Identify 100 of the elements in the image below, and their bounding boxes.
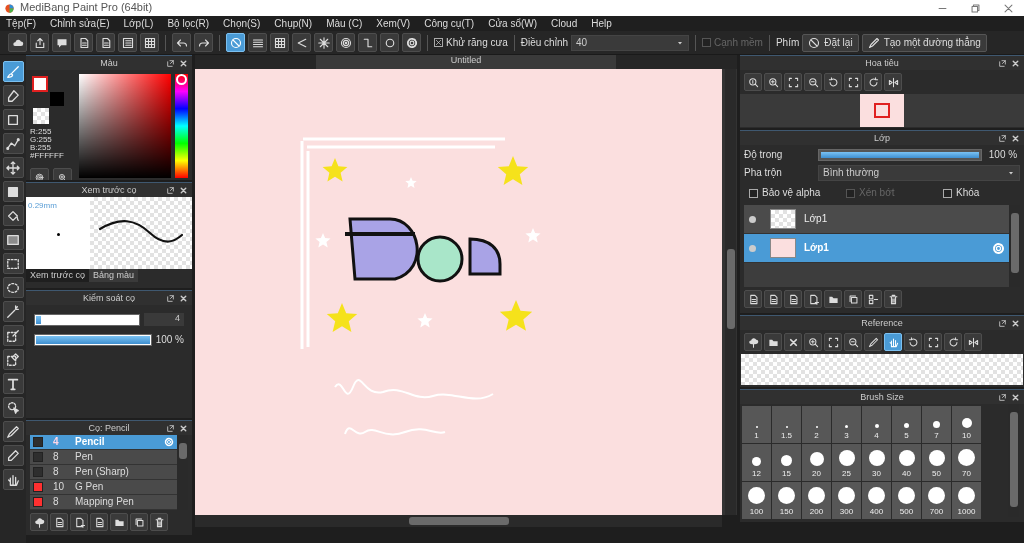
- menu-item[interactable]: Công cụ(T): [424, 17, 475, 30]
- rotate-right-button[interactable]: [944, 333, 962, 351]
- document-button[interactable]: [96, 33, 115, 52]
- brush-size-cell[interactable]: 2: [802, 406, 831, 443]
- document-button[interactable]: [744, 290, 762, 308]
- burst-button[interactable]: [314, 33, 333, 52]
- folder-button[interactable]: [824, 290, 842, 308]
- menu-item[interactable]: Chỉnh sửa(E): [50, 17, 110, 30]
- scrollbar[interactable]: [725, 69, 736, 515]
- upload-button[interactable]: [30, 33, 49, 52]
- document-button[interactable]: [50, 513, 68, 531]
- scrollbar[interactable]: [195, 515, 722, 527]
- brush-size-cell[interactable]: 30: [862, 444, 891, 481]
- new-layer-button[interactable]: [804, 290, 822, 308]
- checkbox[interactable]: [943, 188, 952, 198]
- dashed-rectangle-button[interactable]: [2, 253, 24, 274]
- grid-button[interactable]: [140, 33, 159, 52]
- brush-size-cell[interactable]: 10: [952, 406, 981, 443]
- brush-size-cell[interactable]: 700: [922, 482, 951, 519]
- menu-item[interactable]: Tệp(F): [6, 17, 36, 30]
- brush-size-cell[interactable]: 12: [742, 444, 771, 481]
- menu-item[interactable]: Lớp(L): [123, 17, 154, 30]
- foreground-color-swatch[interactable]: [32, 76, 48, 92]
- text-tool-button[interactable]: [2, 373, 24, 394]
- pointer-button[interactable]: [2, 397, 24, 418]
- close-button[interactable]: [1003, 2, 1014, 14]
- brush-size-cell[interactable]: 500: [892, 482, 921, 519]
- document-tab[interactable]: Untitled: [316, 55, 616, 69]
- menu-item[interactable]: Chụp(N): [274, 17, 313, 30]
- filled-square-button[interactable]: [2, 181, 24, 202]
- fit-button[interactable]: [924, 333, 942, 351]
- panel-tab[interactable]: Xem trước cọ: [26, 269, 89, 282]
- zoom-out-button[interactable]: [804, 73, 822, 91]
- menu-item[interactable]: Xem(V): [376, 17, 411, 30]
- menu-item[interactable]: Bộ lọc(R): [167, 17, 210, 30]
- bucket-button[interactable]: [2, 205, 24, 226]
- reset-button[interactable]: Đặt lại: [802, 33, 859, 52]
- panel-tab[interactable]: Bảng màu: [88, 269, 138, 282]
- parallel-lines-button[interactable]: [248, 33, 267, 52]
- brush-row[interactable]: 8 Pen: [30, 450, 177, 465]
- zoom-out-button[interactable]: [844, 333, 862, 351]
- speech-bubble-button[interactable]: [52, 33, 71, 52]
- copy-button[interactable]: [844, 290, 862, 308]
- eraser-selection-button[interactable]: [2, 349, 24, 370]
- hand-button[interactable]: [2, 469, 24, 490]
- brush-size-cell[interactable]: 7: [922, 406, 951, 443]
- gear-button[interactable]: [402, 33, 421, 52]
- rotate-right-button[interactable]: [864, 73, 882, 91]
- pen-button[interactable]: [864, 333, 882, 351]
- rotate-left-button[interactable]: [904, 333, 922, 351]
- hue-slider[interactable]: [175, 74, 188, 178]
- brush-size-cell[interactable]: 1.5: [772, 406, 801, 443]
- circle-button[interactable]: [380, 33, 399, 52]
- menu-item[interactable]: Cửa sổ(W): [488, 17, 538, 30]
- straight-line-button[interactable]: Tạo một đường thẳng: [861, 33, 987, 52]
- brush-size-cell[interactable]: 70: [952, 444, 981, 481]
- slider-track[interactable]: [34, 313, 140, 326]
- folder-button[interactable]: [764, 333, 782, 351]
- brush-size-cell[interactable]: 150: [772, 482, 801, 519]
- checkbox[interactable]: [434, 38, 443, 47]
- brush-size-cell[interactable]: 25: [832, 444, 861, 481]
- gradient-button[interactable]: [2, 229, 24, 250]
- document-button[interactable]: [74, 33, 93, 52]
- fit-button[interactable]: [824, 333, 842, 351]
- brush-size-cell[interactable]: 40: [892, 444, 921, 481]
- brush-size-cell[interactable]: 100: [742, 482, 771, 519]
- rotate-left-button[interactable]: [824, 73, 842, 91]
- brush-size-cell[interactable]: 50: [922, 444, 951, 481]
- redo-arrow-button[interactable]: [194, 33, 213, 52]
- flip-button[interactable]: [884, 73, 902, 91]
- brush-size-cell[interactable]: 400: [862, 482, 891, 519]
- visibility-dot[interactable]: [749, 215, 756, 223]
- cloud-upload-button[interactable]: [744, 333, 762, 351]
- blend-mode-dropdown[interactable]: Bình thường: [818, 165, 1020, 181]
- undo-arrow-button[interactable]: [172, 33, 191, 52]
- view-rectangle[interactable]: [874, 103, 890, 118]
- menu-item[interactable]: Màu (C): [326, 17, 363, 30]
- square-button[interactable]: [2, 109, 24, 130]
- cloud-upload-button[interactable]: [30, 513, 48, 531]
- value-field[interactable]: 4: [144, 313, 184, 326]
- polyline-button[interactable]: [2, 133, 24, 154]
- brush-size-cell[interactable]: 5: [892, 406, 921, 443]
- concentric-circles-button[interactable]: [336, 33, 355, 52]
- chevron-button[interactable]: [292, 33, 311, 52]
- zoom-in-button[interactable]: [764, 73, 782, 91]
- hue-marker[interactable]: [176, 74, 188, 86]
- flip-button[interactable]: [964, 333, 982, 351]
- fit-button[interactable]: [784, 73, 802, 91]
- dashed-ellipse-button[interactable]: [2, 277, 24, 298]
- menu-item[interactable]: Cloud: [551, 17, 578, 30]
- zoom-in-button[interactable]: [804, 333, 822, 351]
- layer-row[interactable]: Lớp1: [744, 205, 1009, 234]
- brush-row[interactable]: 8 Mapping Pen: [30, 495, 177, 510]
- document-button[interactable]: [90, 513, 108, 531]
- menu-item[interactable]: Chọn(S): [223, 17, 261, 30]
- zoom-actual-button[interactable]: [744, 73, 762, 91]
- grid-button[interactable]: [270, 33, 289, 52]
- transparent-swatch[interactable]: [33, 108, 49, 124]
- brush-button[interactable]: [2, 61, 24, 82]
- visibility-dot[interactable]: [749, 244, 756, 252]
